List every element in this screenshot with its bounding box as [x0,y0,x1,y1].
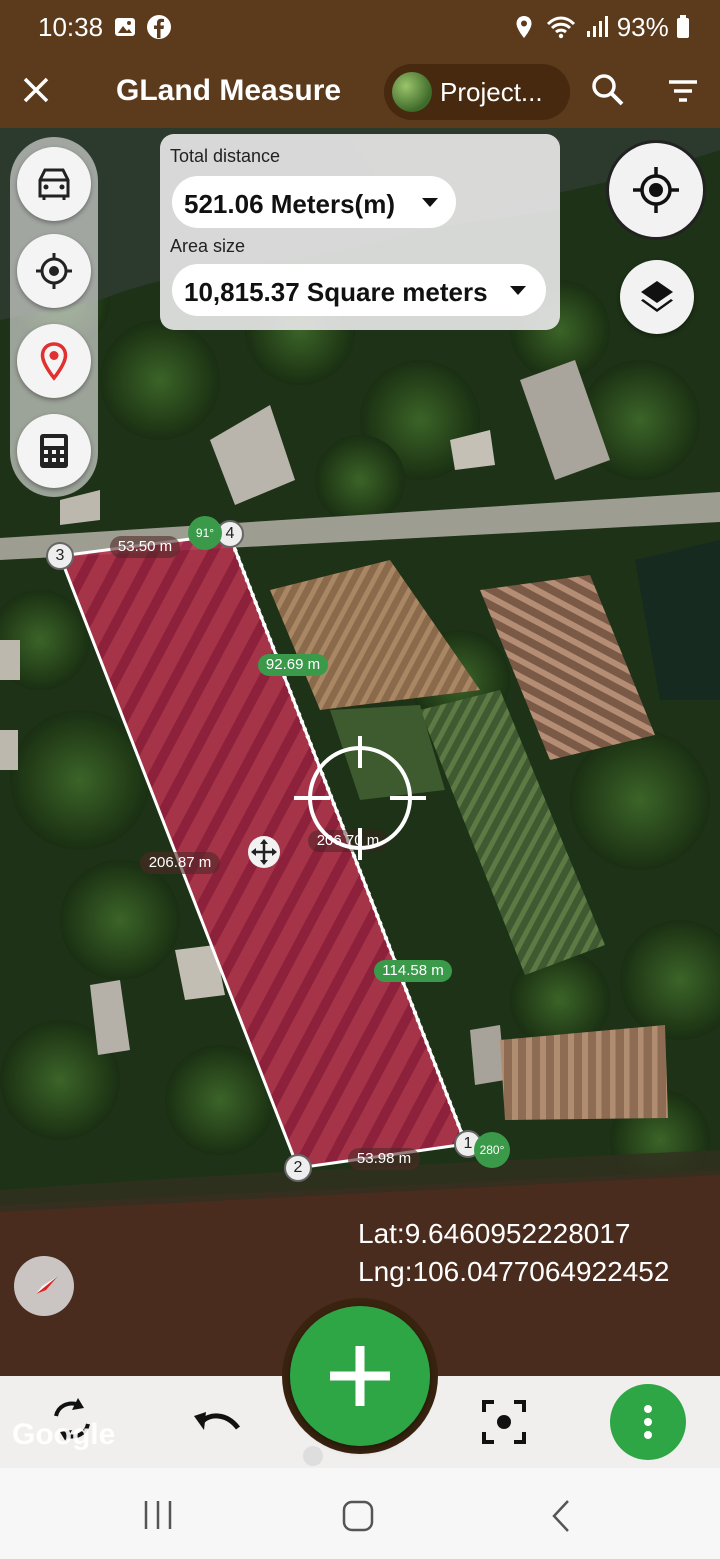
project-label: Project... [440,77,543,107]
battery-icon [677,15,689,38]
area-label: Area size [170,236,246,256]
close-icon [23,77,49,103]
image-icon [115,18,135,36]
undo-button[interactable] [186,1392,246,1452]
latitude-text: Lat:9.6460952228017 [358,1218,631,1249]
recents-icon [144,1501,172,1529]
dotted-edge-label-text: 92.69 m [265,656,321,673]
vertex-label: 3 [55,547,65,564]
more-button[interactable] [610,1384,686,1460]
wifi-icon [547,16,576,39]
angle-label: 91° [195,526,215,540]
recents-button[interactable] [138,1498,178,1532]
angle-badge: 280° [474,1132,510,1168]
target-button[interactable] [17,234,91,308]
map-pin-icon [40,342,68,381]
status-bar: 10:38 93% [0,0,720,56]
signal-icon [587,16,609,37]
dotted-edge-label: 92.69 m [258,654,328,676]
my-location-icon [633,167,679,213]
distance-value: 521.06 Meters(m) [184,189,395,219]
calculator-icon [40,434,68,468]
battery-percent: 93% [616,12,669,42]
edge-label-text: 53.98 m [356,1150,412,1167]
edge-label: 53.50 m [110,536,180,558]
app-title: GLand Measure [116,74,342,107]
angle-badge: 91° [188,516,222,550]
move-icon [251,839,277,865]
filter-icon [669,80,697,102]
status-time: 10:38 [38,12,104,42]
distance-label: Total distance [170,146,281,166]
filter-button[interactable] [666,74,700,108]
area-unit-dropdown[interactable]: 10,815.37 Square meters [172,264,546,316]
home-button[interactable] [340,1498,376,1534]
car-icon [38,168,70,200]
edge-label-text: 206.87 m [148,854,212,871]
compass-button[interactable] [14,1256,74,1316]
crosshair [290,736,430,860]
longitude-text: Lng:106.0477064922452 [358,1256,670,1287]
chevron-down-icon [510,286,526,295]
search-icon [592,74,624,106]
my-location-button[interactable] [606,140,706,240]
project-selector[interactable]: Project... [384,64,570,120]
car-button[interactable] [17,147,91,221]
dotted-edge-label: 114.58 m [374,960,452,982]
edge-label-text: 53.50 m [117,538,173,555]
focus-button[interactable] [474,1392,534,1452]
home-icon [342,1500,374,1532]
edge-label: 206.87 m [140,852,220,874]
vertex-label: 4 [225,525,235,542]
chevron-down-icon [422,198,438,207]
google-attribution: Google [12,1418,116,1451]
measurement-card: Total distance 521.06 Meters(m) Area siz… [160,134,560,330]
compass-icon [36,1276,58,1294]
vertex-2[interactable]: 2 [284,1154,312,1182]
search-button[interactable] [590,72,626,108]
status-right: 93% [515,12,690,43]
crosshair-icon [294,736,426,860]
vertex-label: 1 [463,1135,473,1152]
close-button[interactable] [22,70,50,112]
add-point-button[interactable] [290,1306,430,1446]
distance-unit-dropdown[interactable]: 521.06 Meters(m) [172,176,456,228]
page-indicator-dot [303,1446,323,1466]
facebook-icon [147,15,172,39]
edge-label: 53.98 m [348,1148,420,1170]
dotted-edge-label-text: 114.58 m [382,962,444,979]
more-icon [644,1405,652,1439]
undo-icon [194,1412,240,1430]
location-icon [516,16,532,38]
vertex-label: 2 [293,1159,303,1176]
area-value: 10,815.37 Square meters [184,277,488,307]
layers-button[interactable] [620,260,694,334]
calculator-button[interactable] [17,414,91,488]
status-left-icons [114,14,172,41]
vertex-3[interactable]: 3 [46,542,74,570]
back-icon [552,1500,569,1532]
system-nav-bar [0,1468,720,1559]
app-bar: GLand Measure Project... [0,56,720,128]
target-icon [36,253,72,289]
project-thumbnail [392,72,432,112]
back-button[interactable] [546,1498,576,1534]
focus-icon [482,1400,526,1444]
polygon-move-handle[interactable] [248,836,280,868]
add-icon [330,1346,390,1406]
map-pin-button[interactable] [17,324,91,398]
layers-icon [641,281,673,312]
angle-label: 280° [479,1143,505,1157]
